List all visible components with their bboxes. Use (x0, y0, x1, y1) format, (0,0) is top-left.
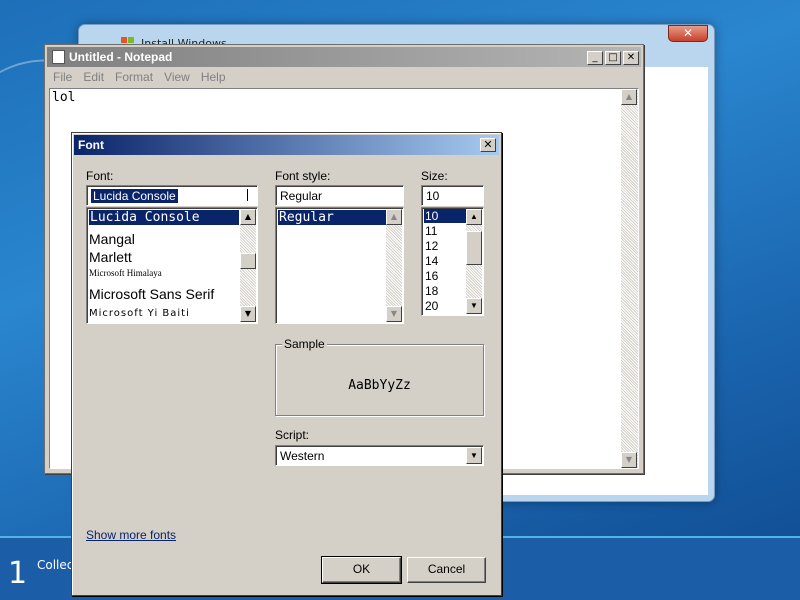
size-list-item[interactable]: 11 (424, 224, 438, 238)
font-style-list[interactable]: Regular ▲ ▼ (275, 207, 404, 324)
notepad-titlebar[interactable]: Untitled - Notepad _ □ ✕ (47, 47, 641, 67)
script-select[interactable]: Western ▼ (275, 445, 484, 466)
notepad-app-icon (52, 50, 65, 64)
notepad-vertical-scrollbar[interactable]: ▲ ▼ (621, 89, 638, 468)
font-list-item[interactable]: Microsoft Himalaya (89, 268, 162, 278)
size-list-item[interactable]: 14 (424, 254, 439, 268)
scroll-down-arrow-icon[interactable]: ▼ (240, 306, 256, 322)
scroll-down-arrow-icon[interactable]: ▼ (386, 306, 402, 322)
sample-preview: AaBbYyZz (348, 378, 411, 393)
font-dialog: Font ✕ Font: Lucida Console Lucida Conso… (71, 132, 502, 596)
size-list[interactable]: 10 11 12 14 16 18 20 ▲ ▼ (421, 207, 484, 316)
font-list-item[interactable]: Microsoft Yi Baiti (89, 308, 190, 319)
font-style-list-item[interactable]: Regular (278, 210, 386, 225)
setup-step-text: Collec (37, 558, 74, 572)
size-list-item[interactable]: 12 (424, 239, 439, 253)
font-style-input[interactable]: Regular (275, 185, 404, 206)
font-dialog-title: Font (78, 138, 104, 152)
setup-step-number: 1 (8, 556, 28, 591)
font-list-scrollbar[interactable]: ▲ ▼ (240, 209, 256, 322)
font-dialog-titlebar[interactable]: Font ✕ (74, 135, 499, 155)
menu-file[interactable]: File (47, 69, 77, 84)
scroll-up-arrow-icon[interactable]: ▲ (621, 89, 637, 105)
ok-button[interactable]: OK (321, 556, 402, 584)
install-close-button[interactable]: ✕ (668, 25, 708, 42)
scroll-thumb[interactable] (466, 231, 482, 265)
notepad-menubar: File Edit Format View Help (47, 69, 641, 87)
scroll-up-arrow-icon[interactable]: ▲ (386, 209, 402, 225)
notepad-content: lol (52, 90, 76, 105)
font-list[interactable]: Lucida Console Mangal Marlett Microsoft … (86, 207, 258, 324)
scroll-up-arrow-icon[interactable]: ▲ (466, 209, 482, 225)
font-label: Font: (86, 169, 114, 183)
font-list-item[interactable]: Microsoft Sans Serif (89, 286, 214, 302)
notepad-title: Untitled - Notepad (69, 50, 173, 64)
size-list-scrollbar[interactable]: ▲ ▼ (466, 209, 482, 314)
minimize-button[interactable]: _ (587, 51, 603, 65)
chevron-down-icon[interactable]: ▼ (466, 447, 482, 464)
close-button[interactable]: ✕ (623, 51, 639, 65)
font-list-item[interactable]: Mangal (89, 231, 135, 247)
font-list-item[interactable]: Lucida Console (89, 210, 239, 225)
size-list-item[interactable]: 10 (424, 209, 466, 223)
font-style-scrollbar[interactable]: ▲ ▼ (386, 209, 402, 322)
scroll-thumb[interactable] (240, 253, 256, 269)
font-name-input[interactable]: Lucida Console (86, 185, 258, 206)
size-label: Size: (421, 169, 448, 183)
font-style-label: Font style: (275, 169, 331, 183)
script-label: Script: (275, 428, 310, 442)
font-name-value: Lucida Console (91, 189, 178, 203)
menu-edit[interactable]: Edit (77, 69, 109, 84)
scroll-up-arrow-icon[interactable]: ▲ (240, 209, 256, 225)
menu-view[interactable]: View (158, 69, 195, 84)
font-dialog-close-button[interactable]: ✕ (480, 138, 496, 152)
script-value: Western (280, 449, 325, 463)
scroll-down-arrow-icon[interactable]: ▼ (466, 298, 482, 314)
size-list-item[interactable]: 20 (424, 299, 439, 313)
scroll-down-arrow-icon[interactable]: ▼ (621, 452, 637, 468)
sample-group: Sample AaBbYyZz (275, 337, 484, 416)
size-list-item[interactable]: 18 (424, 284, 439, 298)
size-list-item[interactable]: 16 (424, 269, 439, 283)
cancel-button[interactable]: Cancel (407, 557, 486, 583)
menu-format[interactable]: Format (109, 69, 158, 84)
show-more-fonts-link[interactable]: Show more fonts (86, 528, 176, 542)
text-cursor-icon (247, 189, 248, 201)
menu-help[interactable]: Help (195, 69, 231, 84)
sample-label: Sample (282, 337, 327, 351)
font-list-item[interactable]: Marlett (89, 249, 132, 265)
maximize-button[interactable]: □ (605, 51, 621, 65)
size-input[interactable]: 10 (421, 185, 484, 206)
